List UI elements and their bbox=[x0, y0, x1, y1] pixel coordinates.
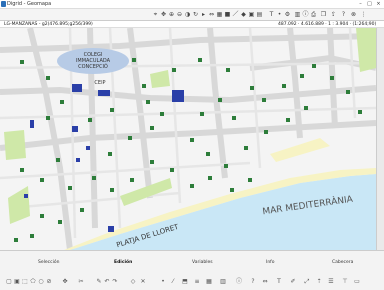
table-icon[interactable]: ▦ bbox=[206, 279, 212, 285]
node-icon[interactable]: ◇ bbox=[130, 279, 136, 285]
properties-icon[interactable]: ▥ bbox=[294, 11, 301, 18]
fill-icon[interactable]: ▣ bbox=[248, 11, 255, 18]
select-rect-icon[interactable]: ⬚ bbox=[22, 279, 28, 285]
undo-icon[interactable]: ↶ bbox=[104, 279, 110, 285]
pan-icon[interactable]: ✥ bbox=[160, 11, 167, 18]
app-icon bbox=[1, 1, 6, 7]
line-icon[interactable]: ／ bbox=[232, 11, 239, 18]
window-icon[interactable]: ❐ bbox=[320, 11, 327, 18]
info-tool-icon[interactable]: ⓘ bbox=[236, 279, 242, 285]
select-all-icon[interactable]: ▣ bbox=[14, 279, 20, 285]
pencil-icon[interactable]: ✎ bbox=[96, 279, 102, 285]
help-icon[interactable]: ? bbox=[340, 11, 347, 18]
text-tool-icon[interactable]: T bbox=[276, 279, 282, 285]
map-icon[interactable]: ▤ bbox=[256, 11, 263, 18]
school-label-line3: CONCEPCIÓ bbox=[78, 63, 108, 70]
layer-info: LG-MANZANAS - g2(476.895;g256/399) bbox=[4, 22, 93, 27]
select-circle-icon[interactable]: ○ bbox=[38, 279, 44, 285]
zoom-out-icon[interactable]: ⊖ bbox=[176, 11, 183, 18]
group-seleccion[interactable]: Selección bbox=[38, 260, 59, 272]
point-icon[interactable]: • bbox=[276, 11, 283, 18]
marker-icon[interactable]: ◆ bbox=[240, 11, 247, 18]
status-info-bar: LG-MANZANAS - g2(476.895;g256/399) 487.0… bbox=[0, 21, 384, 28]
select-icon[interactable]: ▸ bbox=[200, 11, 207, 18]
group-variables[interactable]: Variables bbox=[192, 260, 213, 272]
group-cabecera[interactable]: Cabecera bbox=[332, 260, 353, 272]
print-icon[interactable]: ⎙ bbox=[310, 11, 317, 18]
cut-icon[interactable]: ✂ bbox=[78, 279, 84, 285]
refresh-icon[interactable]: ↻ bbox=[192, 11, 199, 18]
text-icon[interactable]: T bbox=[268, 11, 275, 18]
map-canvas[interactable]: COLEGI IMMACULADA CONCEPCIÓ CEIP MAR MED… bbox=[0, 28, 376, 250]
redo-icon[interactable]: ↷ bbox=[112, 279, 118, 285]
query-icon[interactable]: ? bbox=[250, 279, 256, 285]
brush-icon[interactable]: ✐ bbox=[290, 279, 296, 285]
point-tool-icon[interactable]: • bbox=[160, 279, 166, 285]
map-svg[interactable]: COLEGI IMMACULADA CONCEPCIÓ CEIP MAR MED… bbox=[0, 28, 376, 250]
variable-icon[interactable]: ≡ bbox=[194, 279, 200, 285]
coordinates-readout: 487.092 · 4.616.889 · 1 : 3.904 · (1:264… bbox=[278, 22, 377, 27]
close-doc-icon[interactable]: ⊗ bbox=[350, 11, 357, 18]
bottom-toolbar: Selección Edición Variables Info Cabecer… bbox=[0, 250, 384, 290]
info-icon[interactable]: ⓘ bbox=[302, 11, 309, 18]
export-icon[interactable]: ⇪ bbox=[330, 11, 337, 18]
more-icon[interactable]: ⋮ bbox=[360, 11, 367, 18]
layers-icon[interactable]: ◑ bbox=[184, 11, 191, 18]
title-bar: Digrid - Geomapa – □ × bbox=[0, 0, 384, 9]
delete-icon[interactable]: ✕ bbox=[140, 279, 146, 285]
zoom-in-icon[interactable]: ⊕ bbox=[168, 11, 175, 18]
north-icon[interactable]: ⇡ bbox=[316, 279, 322, 285]
header-icon[interactable]: ⊤ bbox=[342, 279, 348, 285]
legend-icon[interactable]: ☰ bbox=[328, 279, 334, 285]
select-icon[interactable]: ▢ bbox=[6, 279, 12, 285]
app-window: Digrid - Geomapa – □ × ⌖ ✥ ⊕ ⊖ ◑ ↻ ▸ ⇔ ▦… bbox=[0, 0, 384, 290]
area-tool-icon[interactable]: ⬒ bbox=[182, 279, 188, 285]
grid-icon[interactable]: ▦ bbox=[216, 11, 223, 18]
minimize-icon[interactable]: – bbox=[357, 1, 364, 7]
park-area bbox=[4, 130, 26, 160]
settings-icon[interactable]: ⚙ bbox=[284, 11, 291, 18]
line-tool-icon[interactable]: ⁄ bbox=[170, 279, 176, 285]
maximize-icon[interactable]: □ bbox=[366, 1, 373, 7]
pointer-icon[interactable]: ⌖ bbox=[152, 11, 159, 18]
close-icon[interactable]: × bbox=[375, 1, 382, 7]
select-poly-icon[interactable]: ⬠ bbox=[30, 279, 36, 285]
frame-icon[interactable]: ▭ bbox=[354, 279, 360, 285]
measure-icon[interactable]: ⇔ bbox=[208, 11, 215, 18]
group-info[interactable]: Info bbox=[266, 260, 275, 272]
main-toolbar: ⌖ ✥ ⊕ ⊖ ◑ ↻ ▸ ⇔ ▦ ■ ／ ◆ ▣ ▤ T • ⚙ ▥ ⓘ ⎙ … bbox=[0, 9, 384, 21]
measure-tool-icon[interactable]: ⇔ bbox=[262, 279, 268, 285]
chart-icon[interactable]: ▥ bbox=[220, 279, 226, 285]
ceip-label: CEIP bbox=[94, 80, 105, 86]
group-edicion[interactable]: Edición bbox=[114, 260, 132, 272]
move-icon[interactable]: ✥ bbox=[62, 279, 68, 285]
window-title: Digrid - Geomapa bbox=[7, 1, 52, 7]
map-vertical-scrollbar[interactable] bbox=[376, 28, 384, 250]
color-icon[interactable]: ■ bbox=[224, 11, 231, 18]
scale-icon[interactable]: ⤢ bbox=[304, 279, 310, 285]
deselect-icon[interactable]: ⊘ bbox=[46, 279, 52, 285]
